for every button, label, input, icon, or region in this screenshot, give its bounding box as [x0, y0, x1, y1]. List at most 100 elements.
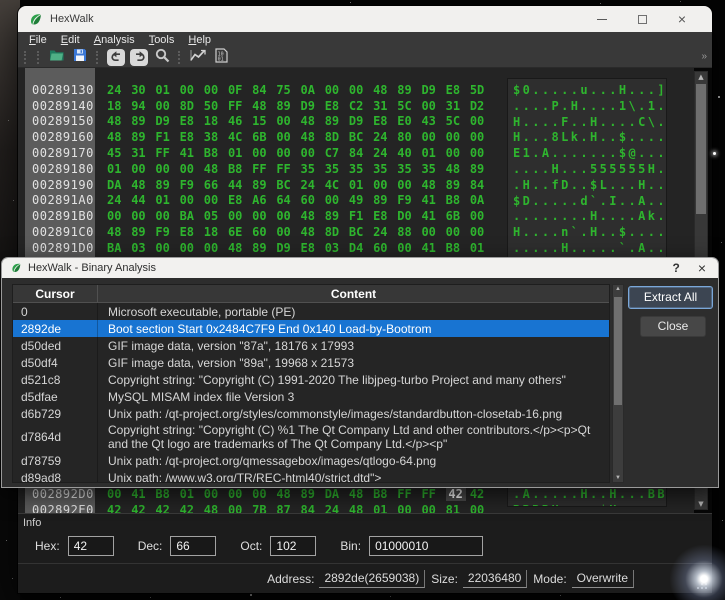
dialog-close-button[interactable]: × — [698, 261, 706, 275]
hex-byte[interactable]: 01 — [349, 178, 373, 192]
hex-byte[interactable]: 48 — [204, 162, 228, 176]
hex-byte[interactable]: FF — [252, 162, 276, 176]
toolbar-overflow-icon[interactable]: » — [701, 51, 707, 62]
hex-byte[interactable]: 4C — [325, 178, 349, 192]
hex-byte[interactable]: 01 — [180, 487, 204, 501]
save-button[interactable] — [71, 49, 89, 66]
hex-byte[interactable]: 00 — [276, 130, 300, 144]
hex-byte[interactable]: A6 — [252, 193, 276, 207]
hex-byte[interactable]: BC — [349, 225, 373, 239]
hex-byte[interactable]: 00 — [470, 503, 494, 513]
hex-byte[interactable]: FF — [155, 146, 179, 160]
hex-byte[interactable]: 00 — [276, 146, 300, 160]
hex-byte[interactable]: 00 — [180, 241, 204, 255]
hex-byte[interactable]: 6E — [228, 225, 252, 239]
hex-byte[interactable]: 00 — [204, 193, 228, 207]
hex-byte[interactable]: 24 — [325, 503, 349, 513]
redo-button[interactable] — [130, 49, 148, 66]
hex-byte[interactable]: 15 — [252, 114, 276, 128]
hex-byte[interactable]: 8D — [325, 130, 349, 144]
binary-view-button[interactable]: 1001 — [212, 49, 230, 66]
hex-byte[interactable]: 18 — [204, 114, 228, 128]
hex-byte[interactable]: 89 — [373, 193, 397, 207]
table-scroll-down-icon[interactable]: ▼ — [613, 475, 623, 481]
hex-byte[interactable]: 7B — [252, 503, 276, 513]
hex-byte[interactable]: 49 — [349, 193, 373, 207]
hex-byte[interactable]: DA — [107, 178, 131, 192]
analysis-row[interactable]: 2892deBoot section Start 0x2484C7F9 End … — [13, 320, 609, 337]
hex-byte[interactable]: 42 — [470, 487, 494, 501]
hex-byte[interactable]: BA — [107, 241, 131, 255]
hex-byte[interactable]: 00 — [131, 162, 155, 176]
hex-byte[interactable]: 35 — [349, 162, 373, 176]
hex-byte[interactable]: D9 — [421, 83, 445, 97]
hex-byte[interactable]: 00 — [204, 83, 228, 97]
hex-byte[interactable]: 18 — [204, 225, 228, 239]
menu-item-help[interactable]: Help — [181, 34, 218, 46]
hex-byte[interactable]: 01 — [373, 503, 397, 513]
hex-byte[interactable]: 00 — [421, 99, 445, 113]
hex-byte[interactable]: BC — [349, 130, 373, 144]
hex-byte[interactable]: 00 — [155, 209, 179, 223]
ascii-text[interactable]: .A.....H..H...BB — [513, 487, 666, 503]
hex-byte[interactable]: 00 — [228, 209, 252, 223]
hex-byte[interactable]: 48 — [446, 162, 470, 176]
hex-byte[interactable]: 44 — [131, 193, 155, 207]
hex-byte[interactable]: E8 — [180, 130, 204, 144]
hex-byte[interactable]: 50 — [204, 99, 228, 113]
hex-byte[interactable]: 6B — [446, 209, 470, 223]
close-dialog-button[interactable]: Close — [640, 316, 706, 337]
hex-byte[interactable]: 00 — [397, 503, 421, 513]
hex-byte[interactable]: F9 — [397, 193, 421, 207]
menu-item-tools[interactable]: Tools — [142, 34, 182, 46]
analysis-row[interactable]: d78759Unix path: /qt-project.org/qmessag… — [13, 452, 609, 469]
menu-item-analysis[interactable]: Analysis — [87, 34, 142, 46]
hex-byte[interactable]: 42 — [446, 487, 466, 501]
hex-byte[interactable]: C2 — [349, 99, 373, 113]
hex-byte[interactable]: F9 — [180, 178, 204, 192]
hex-byte[interactable]: 89 — [325, 114, 349, 128]
hex-byte[interactable]: 00 — [228, 487, 252, 501]
hex-byte[interactable]: 46 — [228, 114, 252, 128]
dialog-titlebar[interactable]: HexWalk - Binary Analysis ? × — [2, 258, 718, 278]
hex-byte[interactable]: 48 — [301, 114, 325, 128]
hex-byte[interactable]: 03 — [131, 241, 155, 255]
hex-byte[interactable]: 48 — [301, 225, 325, 239]
hex-byte[interactable]: D9 — [301, 99, 325, 113]
hex-byte[interactable]: 48 — [276, 487, 300, 501]
hex-byte[interactable]: 00 — [349, 83, 373, 97]
hex-byte[interactable]: F1 — [349, 209, 373, 223]
hex-byte[interactable]: 00 — [155, 162, 179, 176]
hex-byte[interactable]: 00 — [325, 83, 349, 97]
minimize-button[interactable] — [582, 7, 622, 31]
maximize-button[interactable] — [622, 7, 662, 31]
hex-byte[interactable]: 41 — [421, 241, 445, 255]
search-button[interactable] — [153, 49, 171, 66]
hex-byte[interactable]: 89 — [470, 162, 494, 176]
hex-byte[interactable]: 89 — [446, 178, 470, 192]
hex-byte[interactable]: F1 — [155, 130, 179, 144]
hex-byte[interactable]: B8 — [446, 241, 470, 255]
hex-byte[interactable]: 41 — [421, 193, 445, 207]
column-header-cursor[interactable]: Cursor — [13, 285, 98, 302]
hex-byte[interactable]: FF — [276, 162, 300, 176]
hex-byte[interactable]: 42 — [155, 503, 179, 513]
hex-byte[interactable]: 31 — [131, 146, 155, 160]
hex-byte[interactable]: 00 — [228, 503, 252, 513]
hex-byte[interactable]: 0F — [228, 83, 252, 97]
hex-byte[interactable]: 00 — [470, 130, 494, 144]
ascii-text[interactable]: H....F..H....C\. — [513, 115, 666, 131]
hex-byte[interactable]: 84 — [252, 83, 276, 97]
hex-byte[interactable]: 75 — [276, 83, 300, 97]
hex-byte[interactable]: 01 — [470, 241, 494, 255]
hex-byte[interactable]: 00 — [301, 146, 325, 160]
hex-byte[interactable]: 41 — [421, 209, 445, 223]
hex-byte[interactable]: 66 — [204, 178, 228, 192]
hex-byte[interactable]: 00 — [107, 487, 131, 501]
hex-byte[interactable]: 89 — [131, 130, 155, 144]
open-file-button[interactable] — [48, 49, 66, 66]
ascii-text[interactable]: ........H....Ak. — [513, 209, 666, 225]
analysis-row[interactable]: d7864dCopyright string: "Copyright (C) %… — [13, 422, 609, 452]
hex-byte[interactable]: E8 — [301, 241, 325, 255]
hex-byte[interactable]: D0 — [397, 209, 421, 223]
